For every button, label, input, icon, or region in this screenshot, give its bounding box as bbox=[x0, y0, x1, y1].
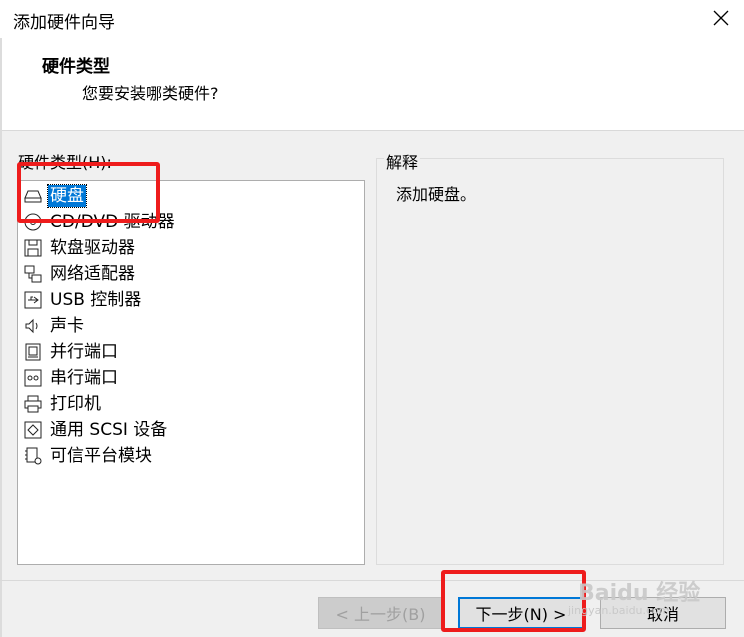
list-item-tpm[interactable]: 可信平台模块 bbox=[22, 444, 154, 468]
page-subtitle: 您要安装哪类硬件? bbox=[82, 84, 219, 103]
printer-icon bbox=[22, 393, 44, 415]
list-item-sound-card[interactable]: 声卡 bbox=[22, 314, 86, 338]
list-item-serial-port[interactable]: 串行端口 bbox=[22, 366, 120, 390]
tpm-icon bbox=[22, 445, 44, 467]
scsi-icon bbox=[22, 419, 44, 441]
list-item-network-adapter[interactable]: 网络适配器 bbox=[22, 262, 137, 286]
watermark-url: jingyan.baidu.com bbox=[568, 604, 670, 617]
serial-port-icon bbox=[22, 367, 44, 389]
highlight-box-next bbox=[441, 570, 586, 632]
network-adapter-icon bbox=[22, 263, 44, 285]
explanation-group bbox=[376, 158, 724, 565]
hardware-type-list[interactable]: 硬盘 CD/DVD 驱动器 软盘驱动器 网络适配器 USB 控制器 声卡 并行端… bbox=[17, 180, 365, 565]
close-icon bbox=[713, 10, 729, 26]
list-item-scsi[interactable]: 通用 SCSI 设备 bbox=[22, 418, 169, 442]
back-button[interactable]: < 上一步(B) bbox=[318, 597, 443, 629]
title-bar: 添加硬件向导 bbox=[0, 0, 744, 38]
window-left-edge bbox=[0, 38, 2, 637]
list-item-usb[interactable]: USB 控制器 bbox=[22, 288, 143, 312]
wizard-header: 硬件类型 您要安装哪类硬件? bbox=[0, 38, 744, 131]
watermark-brand: Baidu 经验 bbox=[578, 581, 701, 606]
list-item-floppy[interactable]: 软盘驱动器 bbox=[22, 236, 137, 260]
parallel-port-icon bbox=[22, 341, 44, 363]
window-title: 添加硬件向导 bbox=[13, 13, 115, 33]
list-item-parallel-port[interactable]: 并行端口 bbox=[22, 340, 120, 364]
close-button[interactable] bbox=[698, 0, 744, 36]
usb-icon bbox=[22, 289, 44, 311]
explanation-label: 解释 bbox=[384, 149, 421, 173]
page-title: 硬件类型 bbox=[42, 57, 110, 77]
speaker-icon bbox=[22, 315, 44, 337]
highlight-box-hard-disk bbox=[17, 162, 160, 223]
floppy-icon bbox=[22, 237, 44, 259]
list-item-printer[interactable]: 打印机 bbox=[22, 392, 103, 416]
explanation-text: 添加硬盘。 bbox=[396, 185, 477, 204]
